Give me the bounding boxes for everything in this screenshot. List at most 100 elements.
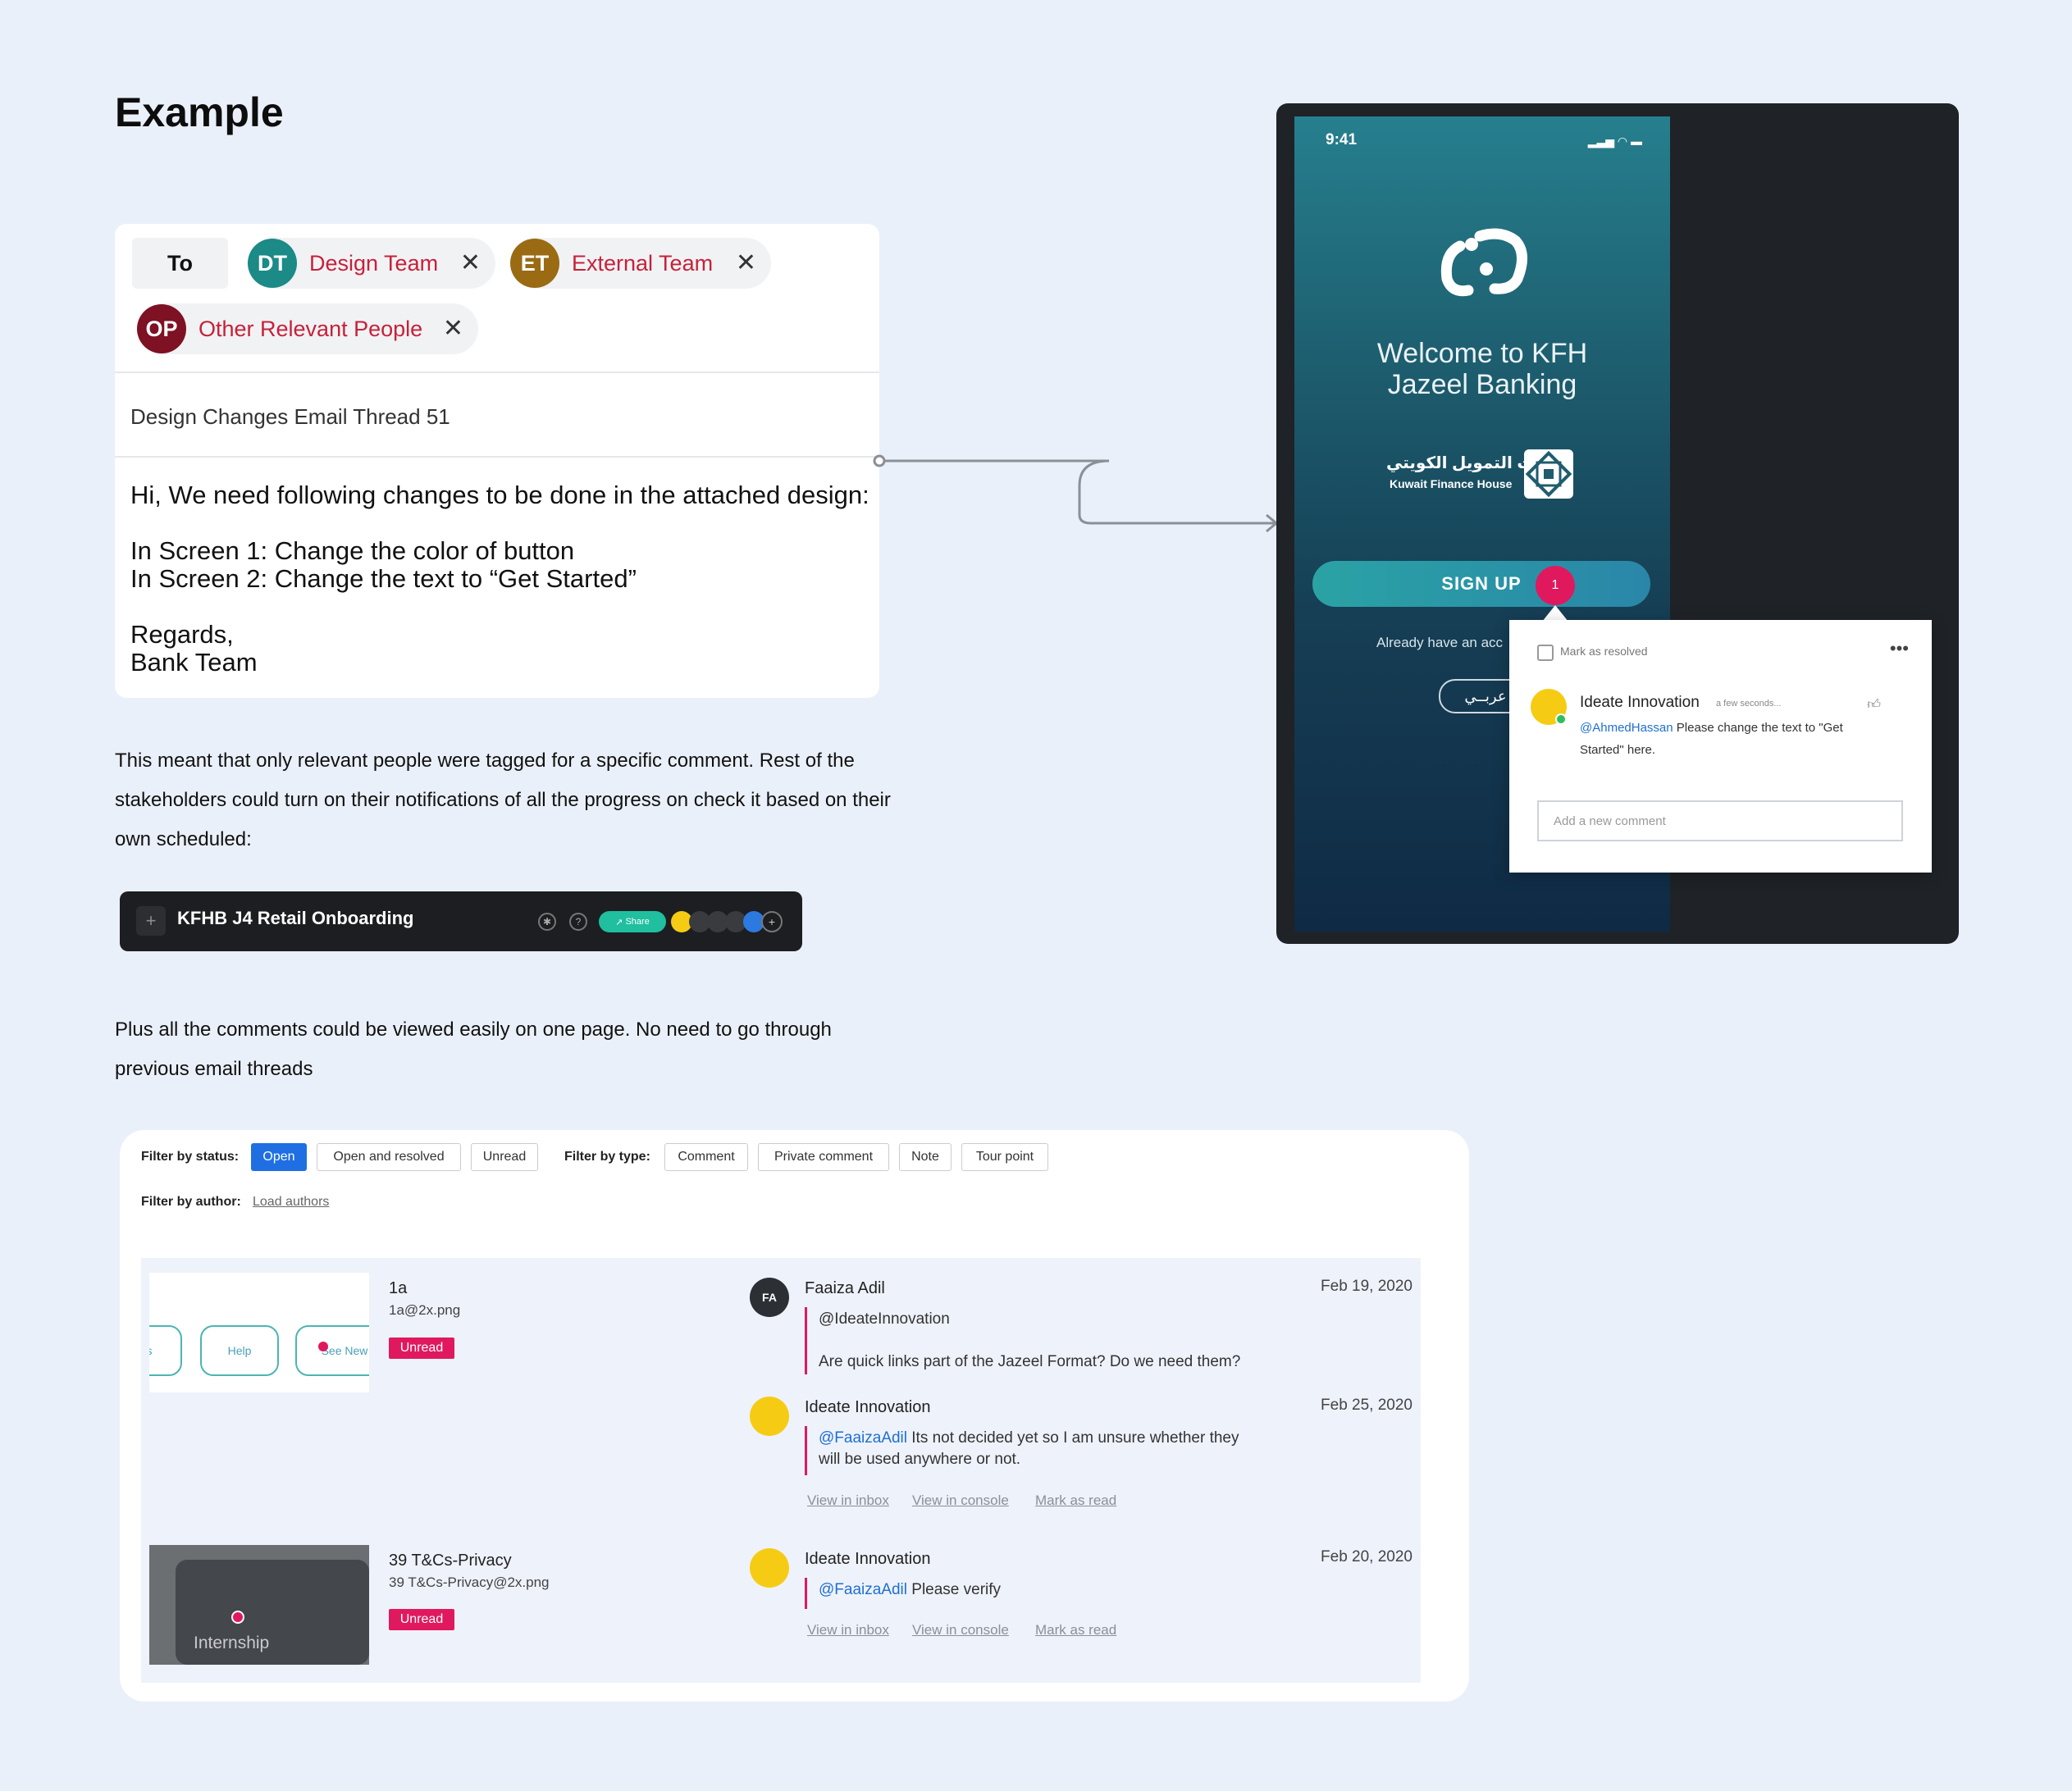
load-authors-link[interactable]: Load authors xyxy=(253,1195,329,1210)
signal-icon: ▂▃▅ ◠ ▬ xyxy=(1587,134,1642,148)
login-prompt[interactable]: Already have an acc xyxy=(1376,635,1503,651)
thumb-pill: See New xyxy=(295,1325,369,1376)
close-icon[interactable]: ✕ xyxy=(736,251,756,276)
comment-text: @FaaizaAdil Its not decided yet so I am … xyxy=(819,1428,1239,1470)
comment-bar xyxy=(805,1426,807,1475)
filter-status-label: Filter by status: xyxy=(141,1150,240,1164)
kfh-logo-icon xyxy=(1524,449,1573,499)
status-badge: Unread xyxy=(389,1609,454,1630)
welcome-line: Jazeel Banking xyxy=(1387,369,1577,400)
filter-comment[interactable]: Comment xyxy=(664,1143,748,1171)
comment-bar xyxy=(805,1307,807,1374)
body-line: Bank Team xyxy=(130,648,258,677)
email-subject[interactable]: Design Changes Email Thread 51 xyxy=(130,404,450,430)
screen-thumbnail[interactable]: Internship xyxy=(149,1545,369,1665)
body-line xyxy=(130,509,869,537)
recipient-chip-external-team: ET External Team ✕ xyxy=(510,238,771,289)
avatar: DT xyxy=(248,239,297,288)
comment-author: Ideate Innovation xyxy=(805,1398,931,1416)
filter-author-label: Filter by author: xyxy=(141,1195,241,1209)
thumb-pill: Help xyxy=(200,1325,279,1376)
mention-link[interactable]: @FaaizaAdil xyxy=(819,1581,907,1598)
comment-author: Ideate Innovation xyxy=(805,1550,931,1568)
mark-as-read-link[interactable]: Mark as read xyxy=(1035,1622,1116,1638)
mark-resolved-label[interactable]: Mark as resolved xyxy=(1560,645,1648,658)
recipient-name: External Team xyxy=(572,250,714,276)
comment-count-badge[interactable]: 1 xyxy=(1536,566,1575,605)
comment-time: a few seconds... xyxy=(1716,699,1782,709)
divider xyxy=(115,456,879,458)
body-line: In Screen 1: Change the color of button xyxy=(130,536,575,565)
page-title: Example xyxy=(115,89,284,135)
body-line: Regards, xyxy=(130,620,234,649)
kfh-arabic-name: بيت التمويل الكويتي xyxy=(1386,454,1548,472)
screen-file: 1a@2x.png xyxy=(389,1302,461,1318)
to-button[interactable]: To xyxy=(132,238,228,289)
recipient-name: Design Team xyxy=(309,250,439,276)
filter-open[interactable]: Open xyxy=(251,1143,307,1171)
description-paragraph: This meant that only relevant people wer… xyxy=(115,750,891,850)
filter-private-comment[interactable]: Private comment xyxy=(758,1143,889,1171)
email-body[interactable]: Hi, We need following changes to be done… xyxy=(130,481,869,677)
welcome-heading: Welcome to KFH Jazeel Banking xyxy=(1294,338,1670,400)
recipient-name: Other Relevant People xyxy=(199,316,423,341)
comment-date: Feb 20, 2020 xyxy=(1321,1548,1413,1565)
comment-date: Feb 25, 2020 xyxy=(1321,1397,1413,1414)
comment-author: Ideate Innovation xyxy=(1580,694,1700,711)
mention-link[interactable]: @FaaizaAdil xyxy=(819,1429,907,1447)
popup-pointer xyxy=(1542,605,1568,622)
body-line: In Screen 2: Change the text to “Get Sta… xyxy=(130,564,637,593)
add-button[interactable]: + xyxy=(136,906,166,936)
like-icon[interactable]: 👍︎ xyxy=(1867,697,1881,713)
comment-body: Please verify xyxy=(907,1581,1002,1598)
jazeel-logo-icon xyxy=(1440,228,1527,297)
status-badge: Unread xyxy=(389,1338,454,1359)
screen-file: 39 T&Cs-Privacy@2x.png xyxy=(389,1575,550,1590)
comment-bar xyxy=(805,1578,807,1609)
view-in-inbox-link[interactable]: View in inbox xyxy=(807,1492,889,1509)
thumb-label: Internship xyxy=(194,1634,270,1652)
more-options-icon[interactable]: ••• xyxy=(1890,638,1909,659)
filter-note[interactable]: Note xyxy=(899,1143,952,1171)
settings-icon[interactable]: ✱ xyxy=(538,913,556,931)
comment-text: @FaaizaAdil Please verify xyxy=(819,1579,1001,1601)
view-in-console-link[interactable]: View in console xyxy=(912,1622,1009,1638)
view-in-inbox-link[interactable]: View in inbox xyxy=(807,1622,889,1638)
signup-button[interactable]: SIGN UP xyxy=(1312,561,1650,607)
email-composer: To DT Design Team ✕ ET External Team ✕ O… xyxy=(115,224,879,698)
avatar xyxy=(750,1548,789,1588)
avatar xyxy=(750,1397,789,1436)
kfh-english-name: Kuwait Finance House xyxy=(1390,477,1513,490)
new-comment-input[interactable]: Add a new comment xyxy=(1537,800,1903,841)
avatar: OP xyxy=(137,304,186,353)
comment-date: Feb 19, 2020 xyxy=(1321,1278,1413,1295)
filter-tour-point[interactable]: Tour point xyxy=(961,1143,1048,1171)
share-button[interactable]: ↗ Share xyxy=(599,911,666,932)
comment-pin xyxy=(231,1611,244,1624)
screen-thumbnail[interactable]: s Help See New xyxy=(149,1273,369,1392)
project-title: KFHB J4 Retail Onboarding xyxy=(177,908,414,928)
view-in-console-link[interactable]: View in console xyxy=(912,1492,1009,1509)
mention-link[interactable]: @IdeateInnovation xyxy=(819,1309,950,1330)
connector-arrow xyxy=(873,454,1279,533)
help-icon[interactable]: ? xyxy=(569,913,587,931)
share-label: Share xyxy=(625,917,650,927)
filter-unread[interactable]: Unread xyxy=(471,1143,538,1171)
mark-as-read-link[interactable]: Mark as read xyxy=(1035,1492,1116,1509)
close-icon[interactable]: ✕ xyxy=(443,317,463,341)
screen-name[interactable]: 39 T&Cs-Privacy xyxy=(389,1552,512,1570)
close-icon[interactable]: ✕ xyxy=(460,251,481,276)
comment-body: Its not decided yet so I am unsure wheth… xyxy=(907,1429,1239,1447)
comment-author: Faaiza Adil xyxy=(805,1279,885,1297)
divider xyxy=(115,371,879,373)
filter-open-resolved[interactable]: Open and resolved xyxy=(317,1143,461,1171)
resolve-checkbox[interactable] xyxy=(1537,645,1554,661)
add-member-icon[interactable]: + xyxy=(761,911,783,932)
filter-type-label: Filter by type: xyxy=(564,1150,650,1164)
thumb-pill: s xyxy=(149,1325,182,1376)
comment-pin xyxy=(318,1342,328,1351)
screen-name[interactable]: 1a xyxy=(389,1279,407,1298)
mention-link[interactable]: @AhmedHassan xyxy=(1580,721,1673,735)
welcome-line: Welcome to KFH xyxy=(1376,338,1588,369)
comment-body: will be used anywhere or not. xyxy=(819,1451,1021,1468)
